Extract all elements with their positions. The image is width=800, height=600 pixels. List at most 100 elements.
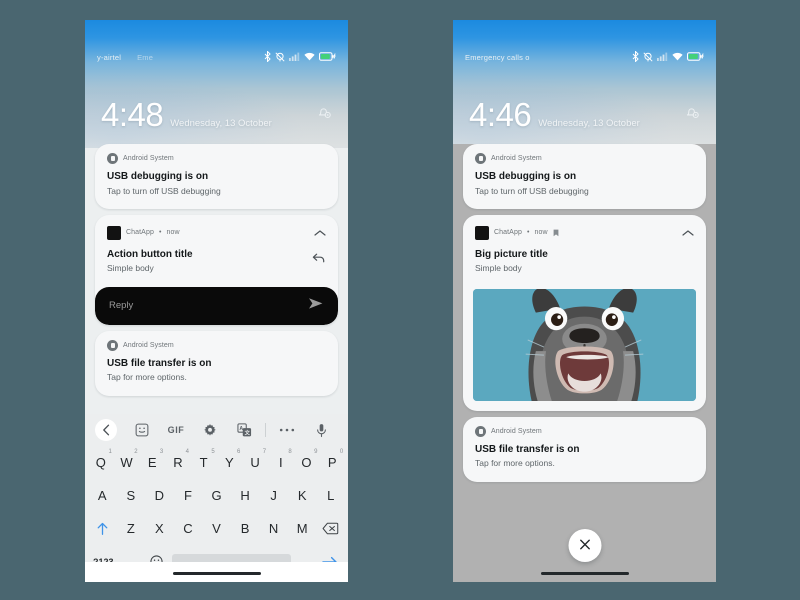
app-name-label: Android System	[491, 427, 542, 435]
key-p[interactable]: P0	[319, 448, 345, 478]
notification-list-right: Android System USB debugging is on Tap t…	[453, 144, 716, 482]
key-g[interactable]: G	[202, 481, 231, 511]
reply-arrow-icon[interactable]	[312, 248, 326, 269]
screenshot-canvas: y-airtel Eme 4:48 Wednesday, 13 October …	[0, 0, 800, 600]
gesture-area-left	[85, 562, 348, 582]
phone-left: y-airtel Eme 4:48 Wednesday, 13 October …	[85, 20, 348, 582]
chevron-up-icon[interactable]	[682, 224, 694, 242]
key-j[interactable]: J	[259, 481, 288, 511]
wifi-icon	[672, 52, 683, 61]
key-r[interactable]: R4	[165, 448, 191, 478]
gif-button[interactable]: GIF	[159, 425, 193, 435]
chatapp-icon	[475, 225, 489, 240]
notification-body: USB file transfer is on Tap for more opt…	[463, 439, 706, 482]
signal-icon	[657, 52, 668, 61]
chevron-up-icon[interactable]	[314, 224, 326, 242]
notification-title: Big picture title	[475, 248, 548, 260]
battery-charging-icon	[319, 52, 336, 61]
notification-usb-file-transfer[interactable]: Android System USB file transfer is on T…	[463, 416, 706, 482]
location-off-icon	[643, 51, 653, 62]
notification-header: Android System	[463, 144, 706, 166]
chatapp-icon	[107, 225, 121, 240]
close-notifications-button[interactable]	[568, 529, 601, 562]
translate-button[interactable]: A文	[227, 423, 261, 437]
notification-header: Android System	[95, 144, 338, 166]
send-icon[interactable]	[308, 297, 324, 315]
key-y[interactable]: Y6	[217, 448, 243, 478]
key-o[interactable]: O9	[294, 448, 320, 478]
wifi-icon	[304, 52, 315, 61]
app-name-label: ChatApp	[494, 229, 522, 237]
notification-header: Android System	[95, 331, 338, 353]
ellipsis-icon[interactable]	[270, 427, 304, 433]
key-u[interactable]: U7	[242, 448, 268, 478]
key-b[interactable]: B	[231, 514, 260, 544]
notification-text: Tap for more options.	[107, 372, 187, 383]
big-picture-dog	[473, 288, 696, 401]
status-bar-right: Emergency calls o	[453, 20, 716, 68]
key-q[interactable]: Q1	[88, 448, 114, 478]
close-icon	[579, 537, 590, 555]
shift-up-icon[interactable]	[88, 514, 117, 544]
notification-text-block: Action button title Simple body	[107, 248, 193, 275]
carrier-labels: Emergency calls o	[465, 53, 530, 62]
notification-list-left: Android System USB debugging is on Tap t…	[85, 144, 348, 396]
location-off-icon	[275, 51, 285, 62]
notification-text: Simple body	[107, 263, 154, 274]
key-x[interactable]: X	[145, 514, 174, 544]
key-m[interactable]: M	[288, 514, 317, 544]
notification-usb-debugging[interactable]: Android System USB debugging is on Tap t…	[463, 144, 706, 209]
back-button[interactable]	[95, 419, 117, 441]
gesture-area-right	[453, 562, 716, 582]
gear-icon[interactable]	[193, 423, 227, 437]
key-a[interactable]: A	[88, 481, 117, 511]
notification-body: Big picture title Simple body	[463, 244, 706, 287]
bell-gear-icon[interactable]	[317, 105, 332, 125]
toolbar-divider	[265, 423, 266, 437]
notification-chatapp-action[interactable]: ChatApp • now Action button title Simple…	[95, 214, 338, 325]
clock-time: 4:46	[469, 96, 532, 133]
carrier-primary-label: Emergency calls o	[465, 53, 530, 62]
key-s[interactable]: S	[117, 481, 146, 511]
key-f[interactable]: F	[174, 481, 203, 511]
backspace-icon[interactable]	[316, 514, 345, 544]
key-k[interactable]: K	[288, 481, 317, 511]
key-i[interactable]: I8	[268, 448, 294, 478]
key-n[interactable]: N	[259, 514, 288, 544]
key-t[interactable]: T5	[191, 448, 217, 478]
svg-text:文: 文	[244, 429, 250, 437]
key-d[interactable]: D	[145, 481, 174, 511]
notification-chatapp-bigpicture[interactable]: ChatApp • now Big picture title Simple b…	[463, 214, 706, 411]
key-z[interactable]: Z	[117, 514, 146, 544]
android-system-icon	[475, 153, 486, 164]
on-screen-keyboard[interactable]: GIF A文 Q1 W2 E3 R4 T5 Y 6 U 7 I 8 O 9 P …	[85, 414, 348, 582]
key-e[interactable]: E3	[139, 448, 165, 478]
gesture-bar[interactable]	[172, 571, 261, 575]
keyboard-row-1: Q1 W2 E3 R4 T5 Y6 U7 I8 O9 P0	[85, 446, 348, 479]
key-c[interactable]: C	[174, 514, 203, 544]
status-bar-left: y-airtel Eme	[85, 20, 348, 68]
key-w[interactable]: W2	[114, 448, 140, 478]
carrier-labels: y-airtel Eme	[97, 53, 153, 62]
sticker-button[interactable]	[125, 423, 159, 437]
key-v[interactable]: V	[202, 514, 231, 544]
svg-text:A: A	[239, 426, 243, 432]
notification-header: Android System	[463, 417, 706, 439]
notification-body: USB debugging is on Tap to turn off USB …	[463, 166, 706, 209]
notification-title: USB debugging is on	[107, 171, 209, 182]
app-name-label: Android System	[123, 155, 174, 162]
keyboard-toolbar: GIF A文	[85, 414, 348, 446]
key-l[interactable]: L	[316, 481, 345, 511]
notification-separator: •	[158, 229, 162, 237]
app-name-label: ChatApp	[126, 229, 154, 237]
gesture-bar[interactable]	[540, 571, 629, 575]
notification-usb-debugging[interactable]: Android System USB debugging is on Tap t…	[95, 144, 338, 209]
reply-placeholder: Reply	[109, 300, 134, 312]
bell-gear-icon[interactable]	[685, 105, 700, 125]
key-h[interactable]: H	[231, 481, 260, 511]
notification-body: USB file transfer is on Tap for more opt…	[95, 353, 338, 396]
reply-input[interactable]: Reply	[95, 286, 338, 325]
android-system-icon	[107, 153, 118, 164]
notification-usb-file-transfer[interactable]: Android System USB file transfer is on T…	[95, 330, 338, 396]
microphone-icon[interactable]	[304, 423, 338, 438]
